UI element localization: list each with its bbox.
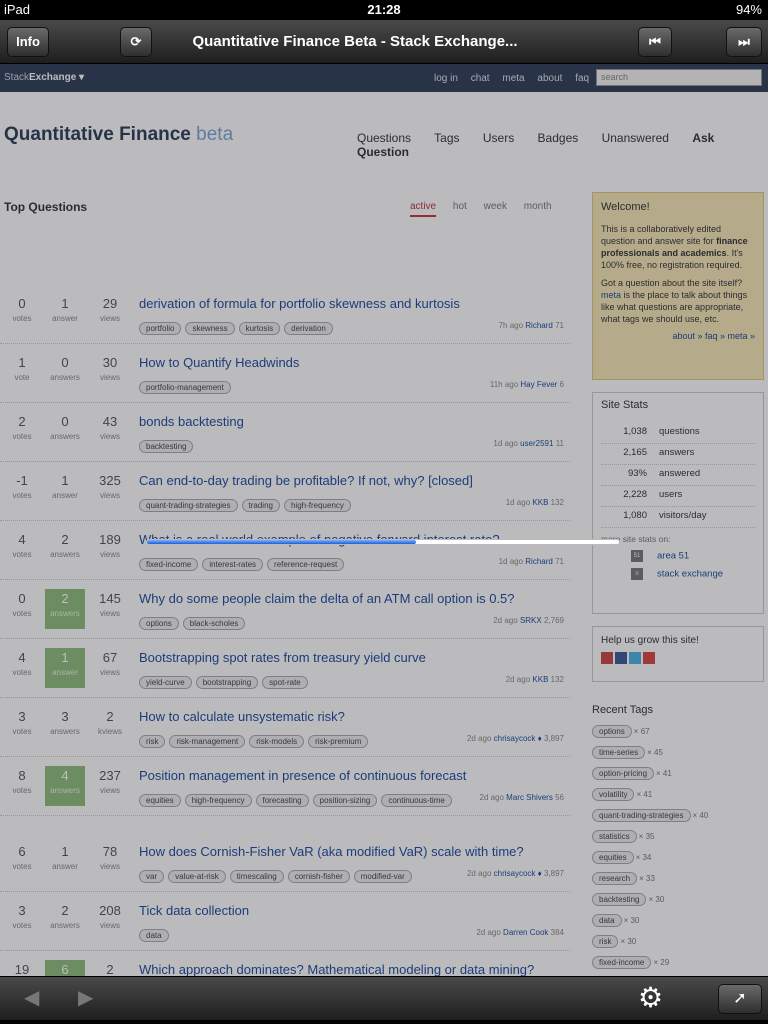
skip-back-button[interactable]: ⏮ xyxy=(638,27,672,57)
skip-forward-icon: ⏭ xyxy=(738,34,750,49)
skip-forward-button[interactable]: ⏭ xyxy=(726,27,762,57)
progress-fill xyxy=(147,540,417,544)
bottom-edge xyxy=(0,1020,768,1024)
share-button[interactable]: ➚ xyxy=(718,984,762,1014)
reload-button[interactable]: ⟳ xyxy=(120,27,152,57)
status-bar: iPad 21:28 94% xyxy=(0,0,768,20)
loading-overlay xyxy=(0,64,768,976)
info-button[interactable]: Info xyxy=(7,27,49,57)
navigation-bar: Info ⟳ Quantitative Finance Beta - Stack… xyxy=(0,20,768,64)
forward-arrow-icon[interactable]: ▶ xyxy=(78,985,93,1010)
clock: 21:28 xyxy=(367,2,401,17)
share-icon: ➚ xyxy=(733,990,747,1007)
bottom-toolbar: ◀ ▶ ⚙ ➚ xyxy=(0,976,768,1020)
page-title: Quantitative Finance Beta - Stack Exchan… xyxy=(192,33,518,50)
reload-icon: ⟳ xyxy=(130,34,142,49)
back-arrow-icon[interactable]: ◀ xyxy=(24,985,39,1010)
loading-progress-bar xyxy=(146,539,620,545)
battery-level: 94% xyxy=(735,2,762,17)
skip-back-icon: ⏮ xyxy=(649,34,661,49)
gear-icon[interactable]: ⚙ xyxy=(638,981,663,1014)
